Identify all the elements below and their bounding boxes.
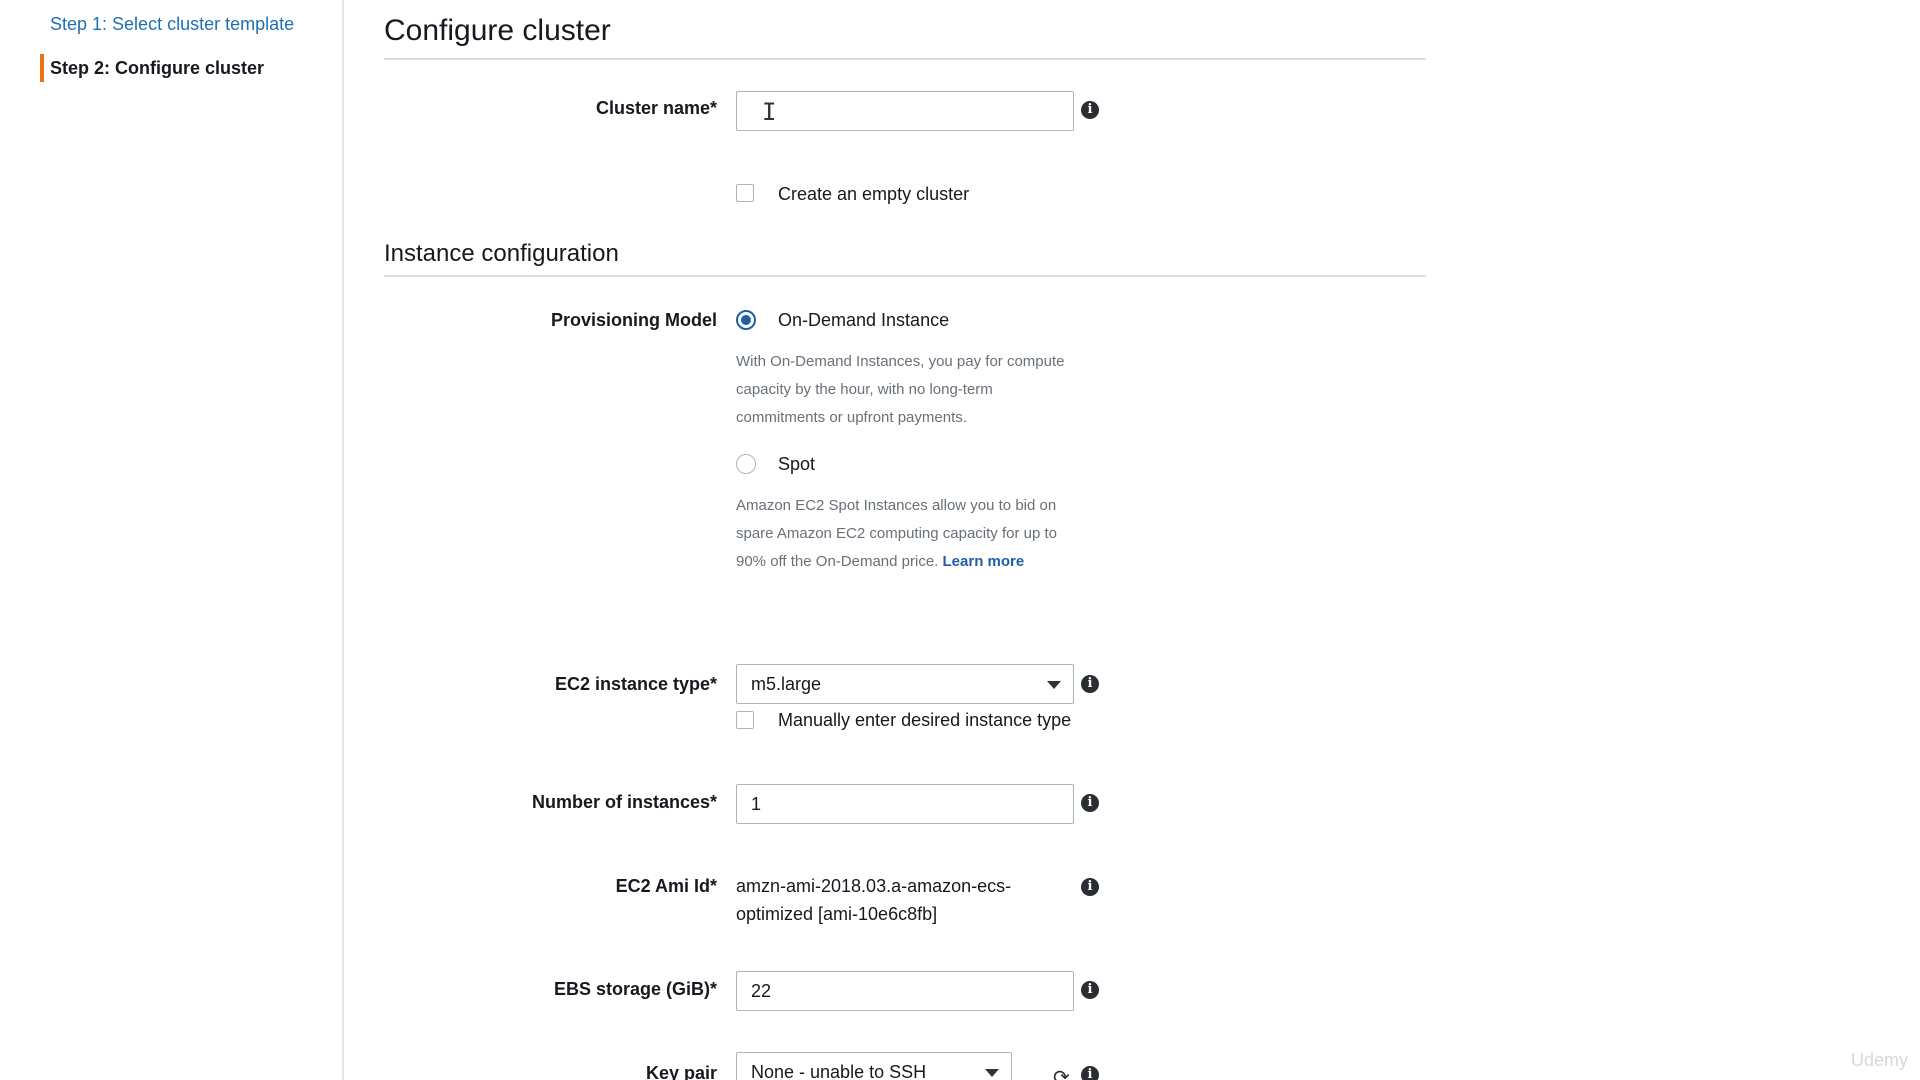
watermark-logo: Udemy — [1850, 1050, 1908, 1070]
ebs-storage-input[interactable] — [736, 971, 1074, 1011]
wizard-sidebar: Step 1: Select cluster template Step 2: … — [0, 0, 344, 1080]
info-icon[interactable]: i — [1081, 981, 1099, 999]
spot-radio[interactable] — [736, 454, 756, 474]
provisioning-model-label: Provisioning Model — [550, 310, 717, 330]
manual-instance-type-label[interactable]: Manually enter desired instance type — [778, 710, 1071, 731]
chevron-down-icon — [985, 1069, 999, 1077]
key-pair-value: None - unable to SSH — [751, 1062, 927, 1080]
instance-type-value: m5.large — [751, 674, 822, 694]
text-cursor-icon: I — [762, 98, 777, 126]
learn-more-link[interactable]: Learn more — [943, 553, 1025, 570]
key-pair-label: Key pair — [645, 1063, 717, 1080]
instance-type-select[interactable]: m5.large — [736, 664, 1074, 704]
sidebar-step-1-link[interactable]: Step 1: Select cluster template — [40, 12, 294, 36]
cluster-name-label: Cluster name* — [595, 98, 717, 118]
refresh-icon[interactable]: ⟳ — [1053, 1065, 1070, 1080]
divider — [384, 275, 1426, 277]
info-icon[interactable]: i — [1081, 675, 1099, 693]
ami-id-value: amzn-ami-2018.03.a-amazon-ecs-optimized … — [736, 876, 1012, 924]
on-demand-help-text: With On-Demand Instances, you pay for co… — [736, 353, 1065, 426]
cluster-name-input[interactable] — [736, 91, 1074, 131]
manual-instance-type-checkbox[interactable] — [736, 711, 754, 729]
spot-help-text: Amazon EC2 Spot Instances allow you to b… — [736, 492, 1076, 576]
ebs-storage-label: EBS storage (GiB)* — [553, 979, 717, 999]
info-icon[interactable]: i — [1081, 101, 1099, 119]
sidebar-step-2-current: Step 2: Configure cluster — [40, 54, 264, 82]
key-pair-select[interactable]: None - unable to SSH — [736, 1052, 1012, 1080]
on-demand-label[interactable]: On-Demand Instance — [778, 310, 949, 331]
chevron-down-icon — [1047, 681, 1061, 689]
info-icon[interactable]: i — [1081, 794, 1099, 812]
spot-label[interactable]: Spot — [778, 454, 815, 475]
instance-configuration-heading: Instance configuration — [384, 240, 619, 267]
info-icon[interactable]: i — [1081, 1066, 1099, 1080]
create-empty-cluster-label[interactable]: Create an empty cluster — [778, 184, 969, 205]
on-demand-radio[interactable] — [736, 310, 756, 330]
ami-id-label: EC2 Ami Id* — [615, 876, 717, 896]
instance-type-label: EC2 instance type* — [554, 674, 717, 694]
page-title: Configure cluster — [384, 14, 611, 47]
number-of-instances-input[interactable] — [736, 784, 1074, 824]
create-empty-cluster-checkbox[interactable] — [736, 184, 754, 202]
page: Step 1: Select cluster template Step 2: … — [0, 0, 1920, 1080]
info-icon[interactable]: i — [1081, 878, 1099, 896]
number-of-instances-label: Number of instances* — [531, 792, 717, 812]
divider — [384, 58, 1426, 60]
